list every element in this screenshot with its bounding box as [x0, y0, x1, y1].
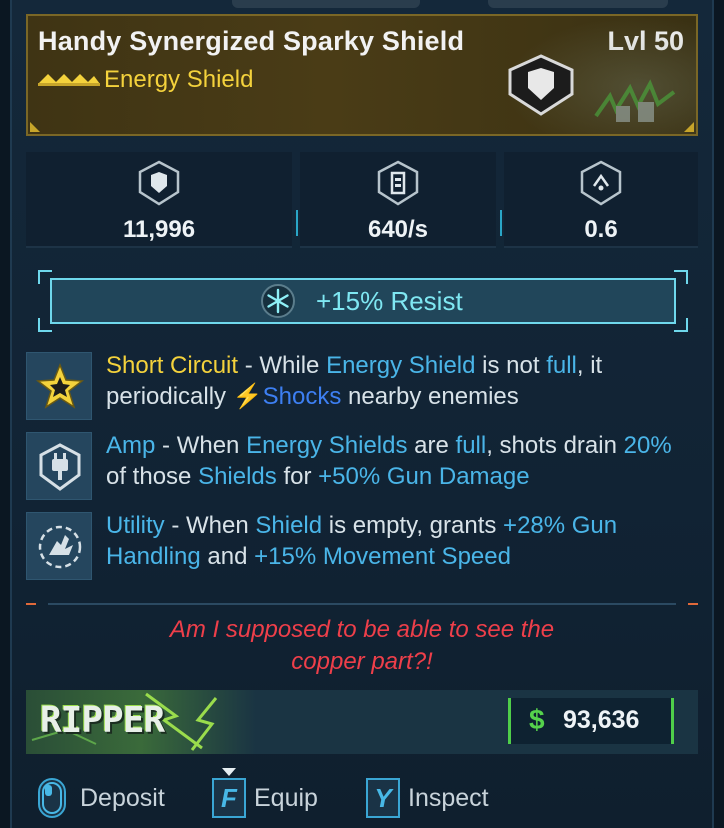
stat-recharge-rate: 640/s — [300, 152, 496, 248]
perk-text-part: - While — [238, 352, 327, 379]
top-tab-right[interactable] — [488, 0, 668, 8]
item-level: Lvl 50 — [607, 26, 684, 56]
recharge-delay-icon — [580, 160, 622, 206]
perk-text-part: nearby enemies — [341, 383, 519, 410]
perk-keyword: full — [546, 352, 577, 379]
currency-icon: $ — [529, 704, 545, 735]
cryo-snowflake-icon — [261, 284, 295, 318]
divider-line — [48, 603, 676, 605]
flavor-line: Am I supposed to be able to see the — [169, 616, 555, 643]
item-type: Energy Shield — [104, 66, 254, 93]
perk-icon-box — [26, 352, 92, 420]
perk-name: Utility — [106, 512, 165, 539]
shock-icon: ⚡ — [232, 383, 263, 410]
shield-badge-icon — [508, 54, 574, 116]
resist-bar: +15% Resist — [50, 278, 676, 324]
deposit-label: Deposit — [80, 784, 165, 812]
short-circuit-star-icon — [35, 362, 85, 409]
flavor-text: Am I supposed to be able to see the copp… — [26, 614, 698, 678]
perk-text-part: , shots drain — [486, 432, 624, 459]
rarity-chevrons-icon — [38, 74, 100, 86]
perk-description: Amp - When Energy Shields are full, shot… — [106, 430, 696, 492]
manufacturer-banner: RIPPER $ 93,636 — [26, 690, 698, 754]
corner-mark-icon — [684, 122, 694, 132]
resist-panel: +15% Resist — [38, 270, 688, 332]
top-tab-strip — [0, 0, 724, 12]
mouse-icon-glyph — [42, 782, 62, 814]
perk-keyword: Shocks — [262, 383, 342, 410]
perk-text-part: are — [407, 432, 456, 459]
stat-value: 640/s — [367, 216, 429, 243]
stat-separator — [500, 210, 502, 236]
perk-keyword: full — [455, 432, 487, 459]
utility-hand-icon — [38, 525, 82, 569]
manufacturer-banner-art: RIPPER — [26, 690, 256, 754]
perk-keyword: Energy Shield — [326, 352, 476, 379]
stat-separator — [296, 210, 298, 236]
equip-key: F — [212, 778, 246, 818]
stat-value: 11,996 — [122, 216, 196, 243]
stat-value: 0.6 — [584, 216, 618, 243]
perk-text-part: of those — [106, 463, 199, 490]
perk-name: Amp — [106, 432, 156, 459]
resist-corner — [674, 318, 688, 332]
inspect-label: Inspect — [408, 784, 489, 812]
perk-description: Short Circuit - While Energy Shield is n… — [106, 350, 696, 412]
recharge-rate-icon — [377, 160, 419, 206]
selected-indicator-icon — [222, 768, 236, 776]
stat-recharge-delay: 0.6 — [504, 152, 698, 248]
price-value: 93,636 — [563, 706, 640, 734]
stat-capacity: 11,996 — [26, 152, 292, 248]
flavor-line: copper part?! — [291, 648, 433, 675]
perk-keyword: 20% — [623, 432, 672, 459]
price-box: $ 93,636 — [508, 698, 674, 744]
mouse-icon — [38, 778, 66, 818]
brand-logo: RIPPER — [40, 700, 165, 741]
divider-tick — [688, 603, 698, 605]
shield-capacity-icon — [138, 160, 180, 206]
perk-text-part: is empty, grants — [322, 512, 504, 539]
perk-keyword: Energy Shields — [246, 432, 408, 459]
perk-keyword: Shield — [255, 512, 323, 539]
perk-name: Short Circuit — [106, 352, 239, 379]
perk-keyword: Shields — [198, 463, 277, 490]
inspect-key: Y — [366, 778, 400, 818]
perk-icon-box — [26, 432, 92, 500]
manufacturer-art-icon — [594, 79, 676, 122]
top-tab-left[interactable] — [232, 0, 420, 8]
corner-mark-icon — [30, 122, 40, 132]
equip-label: Equip — [254, 784, 318, 812]
divider-tick — [26, 603, 36, 605]
perk-keyword: +50% Gun Damage — [318, 463, 530, 490]
perk-keyword: +15% Movement Speed — [254, 543, 511, 570]
perk-text-part: is not — [475, 352, 547, 379]
item-name: Handy Synergized Sparky Shield — [38, 26, 465, 56]
amp-shield-plug-icon — [39, 443, 81, 491]
perk-text-part: for — [276, 463, 319, 490]
perk-description: Utility - When Shield is empty, grants +… — [106, 510, 696, 572]
perk-text-part: - When — [164, 512, 256, 539]
perk-text-part: - When — [155, 432, 247, 459]
perk-text-part: and — [200, 543, 255, 570]
item-header: Handy Synergized Sparky Shield Lvl 50 En… — [26, 14, 698, 136]
resist-text: +15% Resist — [316, 286, 463, 316]
resist-corner — [674, 270, 688, 284]
divider — [26, 603, 698, 605]
perk-icon-box — [26, 512, 92, 580]
